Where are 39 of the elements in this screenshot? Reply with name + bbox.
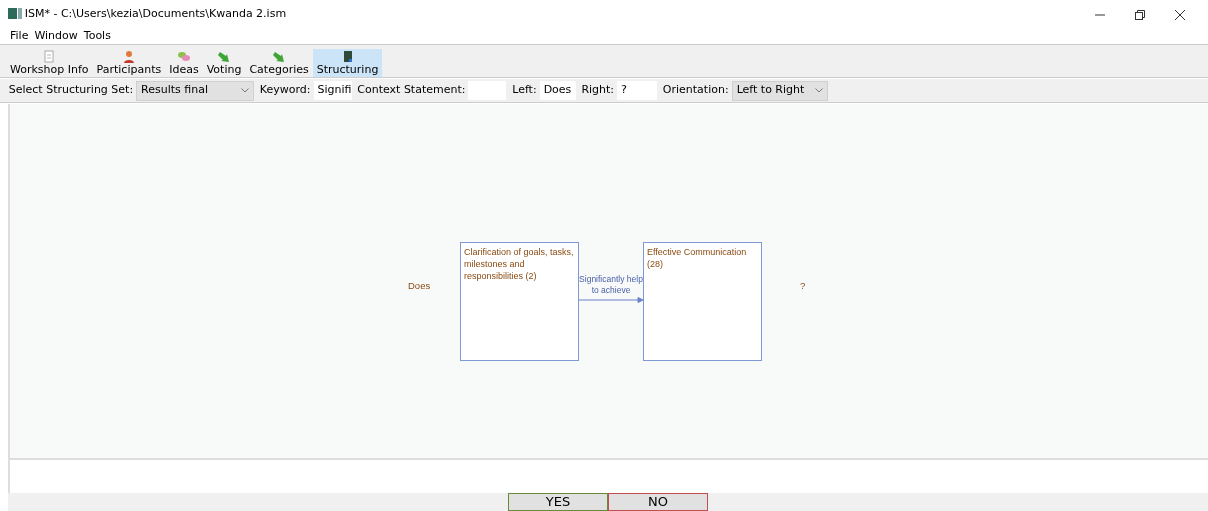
- answer-button[interactable]: NO: [608, 493, 708, 511]
- speech-bubbles-icon: [176, 49, 191, 63]
- toolbar-tab[interactable]: Voting: [202, 48, 246, 77]
- field-label: Right:: [581, 82, 615, 99]
- chevron-down-icon: [241, 88, 250, 93]
- menu-item[interactable]: Tools: [83, 27, 111, 45]
- toolbar-tab[interactable]: Workshop Info: [6, 48, 93, 77]
- menu-item[interactable]: Window: [34, 27, 78, 45]
- left-term: Does: [408, 279, 431, 293]
- field-label: Keyword:: [259, 82, 311, 99]
- dropdown[interactable]: Left to Right: [731, 80, 828, 101]
- person-icon: [121, 49, 136, 63]
- field-label: Select Structuring Set:: [8, 82, 134, 99]
- toolbar-tab[interactable]: Ideas: [165, 48, 203, 77]
- field-label: Context Statement:: [357, 82, 466, 99]
- input-field[interactable]: Does: [539, 81, 576, 100]
- chevron-down-icon: [814, 88, 823, 93]
- restore-icon[interactable]: [1134, 8, 1146, 21]
- arrow-icon: [272, 49, 287, 63]
- window-title: ISM* - C:\Users\kezia\Documents\Kwanda 2.ism: [24, 5, 287, 22]
- close-icon[interactable]: [1174, 8, 1186, 21]
- app-icon: [8, 8, 22, 20]
- input-field[interactable]: Signifi: [313, 81, 352, 100]
- relation-label: Significantly help to achieve: [578, 274, 644, 297]
- arrow: [579, 297, 644, 303]
- document-icon: [42, 49, 57, 63]
- idea-node: Effective Communication (28): [643, 242, 762, 361]
- field-label: Orientation:: [662, 82, 729, 99]
- toolbar-tab[interactable]: Categories: [245, 48, 313, 77]
- menu-item[interactable]: File: [10, 27, 29, 45]
- idea-node: Clarification of goals, tasks, milestones and responsibilities (2): [460, 242, 579, 361]
- input-field[interactable]: ?: [617, 81, 658, 100]
- field-label: Left:: [512, 82, 537, 99]
- answer-button[interactable]: YES: [508, 493, 608, 511]
- right-term: ?: [800, 279, 806, 293]
- toolbar-tab[interactable]: Participants: [92, 48, 166, 77]
- arrow-icon: [217, 49, 232, 63]
- toolbar-tab[interactable]: Structuring: [312, 48, 383, 77]
- dropdown[interactable]: Results final: [136, 80, 255, 101]
